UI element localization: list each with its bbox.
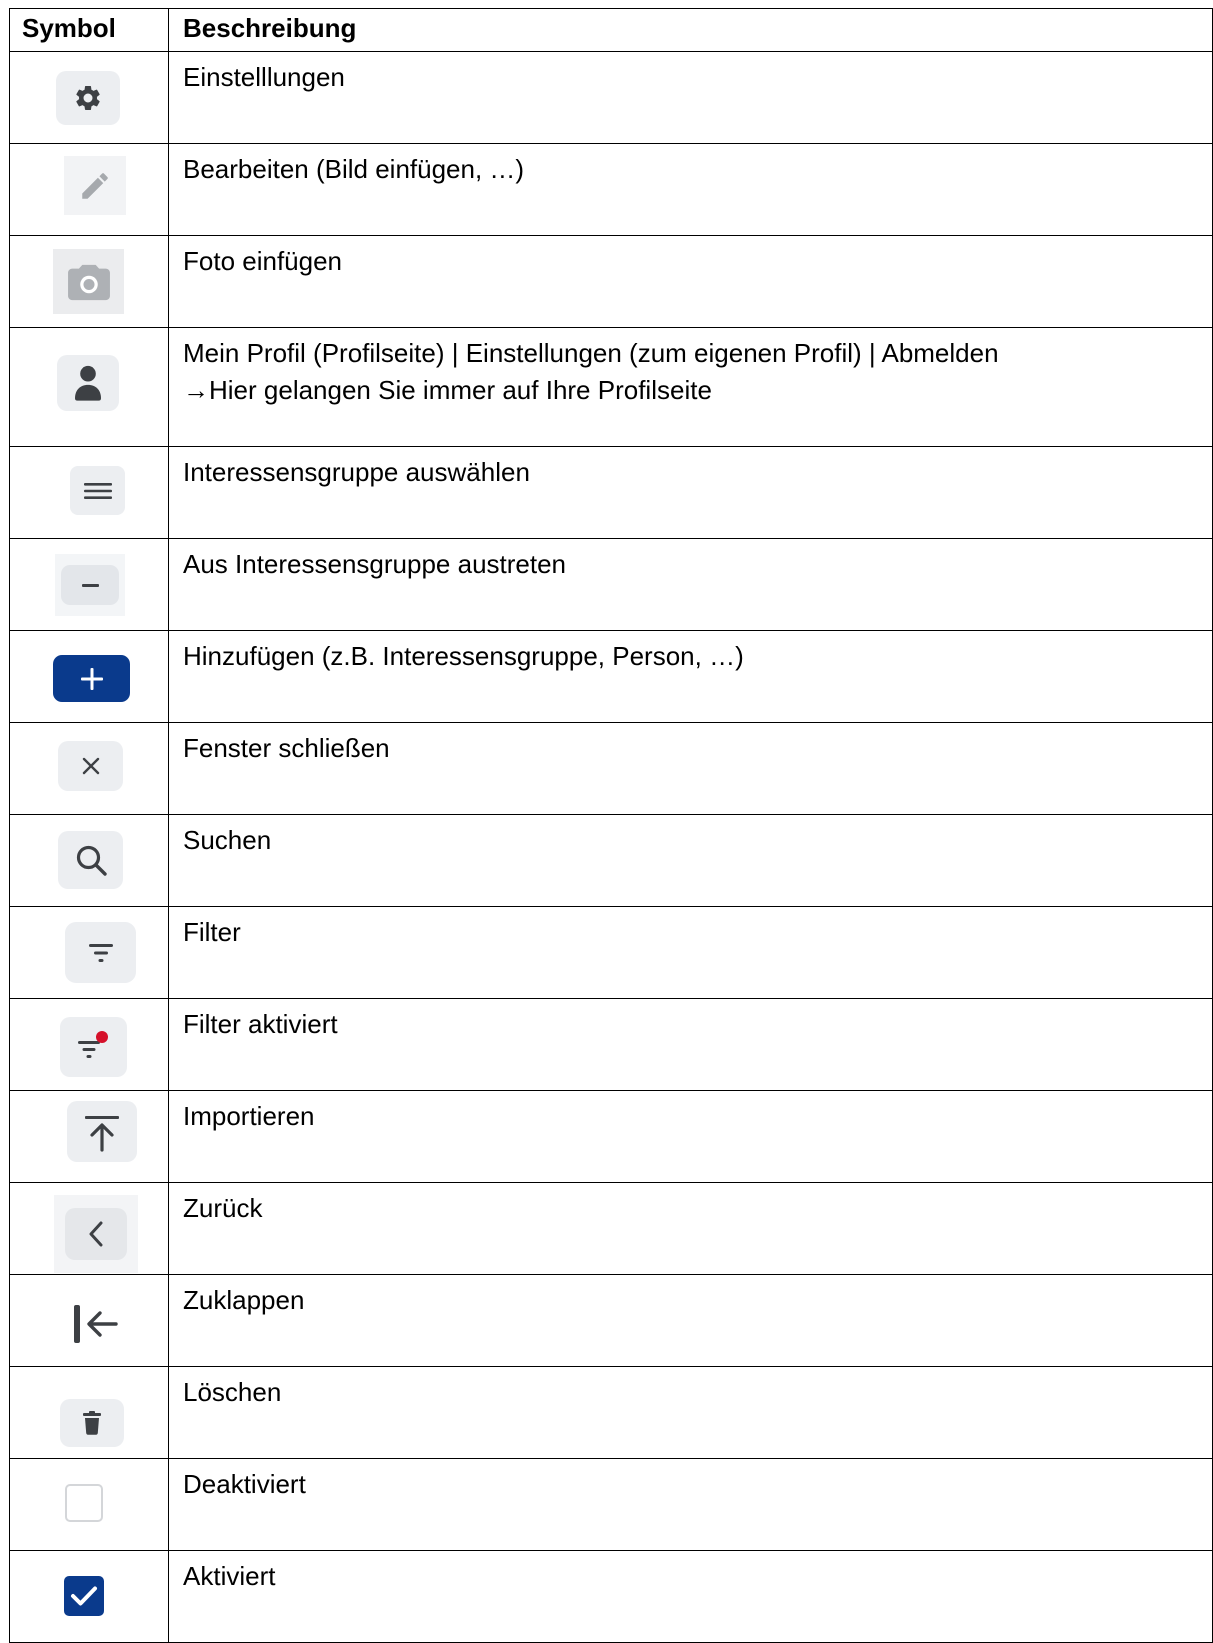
table-row: Löschen — [9, 1366, 1213, 1459]
description-cell: Bearbeiten (Bild einfügen, …) — [168, 143, 1213, 236]
table-row: Aktiviert — [9, 1550, 1213, 1643]
description-cell: Filter aktiviert — [168, 998, 1213, 1091]
description-cell: Zuklappen — [168, 1274, 1213, 1367]
symbol-cell — [9, 1458, 169, 1551]
close-icon — [58, 741, 123, 791]
description-cell: Aktiviert — [168, 1550, 1213, 1643]
filter-icon — [65, 922, 136, 983]
checkbox-checked-icon — [64, 1576, 104, 1616]
checkbox-unchecked-icon — [65, 1484, 103, 1522]
description-cell: Suchen — [168, 814, 1213, 907]
symbol-cell — [9, 814, 169, 907]
symbol-cell — [9, 1090, 169, 1183]
symbol-cell — [9, 998, 169, 1091]
symbol-cell — [9, 235, 169, 328]
description-cell: Interessensgruppe auswählen — [168, 446, 1213, 539]
symbol-cell — [9, 327, 169, 447]
table-row: Deaktiviert — [9, 1458, 1213, 1551]
table-row: Einstelllungen — [9, 51, 1213, 144]
symbol-cell — [9, 538, 169, 631]
symbol-cell — [9, 1274, 169, 1367]
filter-active-icon — [60, 1017, 127, 1077]
table-row: Filter — [9, 906, 1213, 999]
chevron-left-icon — [54, 1195, 138, 1273]
menu-icon — [70, 466, 125, 515]
table-row: Zurück — [9, 1182, 1213, 1275]
symbol-cell — [9, 906, 169, 999]
table-header-row: Symbol Beschreibung — [9, 8, 1213, 52]
table-row: Filter aktiviert — [9, 998, 1213, 1091]
table-row: Bearbeiten (Bild einfügen, …) — [9, 143, 1213, 236]
table-row: Fenster schließen — [9, 722, 1213, 815]
person-icon — [57, 355, 119, 411]
description-cell: Einstelllungen — [168, 51, 1213, 144]
gear-icon — [56, 71, 120, 125]
header-description: Beschreibung — [168, 8, 1213, 52]
import-icon — [67, 1101, 137, 1162]
header-symbol: Symbol — [9, 8, 169, 52]
description-cell: Deaktiviert — [168, 1458, 1213, 1551]
collapse-icon — [70, 1301, 122, 1347]
symbol-cell — [9, 446, 169, 539]
table-row: Importieren — [9, 1090, 1213, 1183]
table-row: Foto einfügen — [9, 235, 1213, 328]
description-cell: Zurück — [168, 1182, 1213, 1275]
trash-icon — [60, 1399, 124, 1447]
symbol-cell — [9, 722, 169, 815]
symbol-cell — [9, 1182, 169, 1275]
table-row: Mein Profil (Profilseite) | Einstellunge… — [9, 327, 1213, 447]
search-icon — [58, 831, 123, 889]
symbol-cell — [9, 143, 169, 236]
table-row: Hinzufügen (z.B. Interessensgruppe, Pers… — [9, 630, 1213, 723]
pencil-icon — [64, 156, 126, 215]
description-cell: Fenster schließen — [168, 722, 1213, 815]
symbol-cell — [9, 1550, 169, 1643]
description-cell: Filter — [168, 906, 1213, 999]
description-cell: Löschen — [168, 1366, 1213, 1459]
camera-icon — [53, 249, 124, 314]
plus-icon — [53, 655, 130, 702]
table-row: Aus Interessensgruppe austreten — [9, 538, 1213, 631]
table-row: Suchen — [9, 814, 1213, 907]
description-cell: Aus Interessensgruppe austreten — [168, 538, 1213, 631]
description-cell: Foto einfügen — [168, 235, 1213, 328]
symbol-cell — [9, 630, 169, 723]
symbol-cell — [9, 1366, 169, 1459]
description-cell: Hinzufügen (z.B. Interessensgruppe, Pers… — [168, 630, 1213, 723]
description-cell: Mein Profil (Profilseite) | Einstellunge… — [168, 327, 1213, 447]
description-cell: Importieren — [168, 1090, 1213, 1183]
minus-icon — [55, 554, 125, 616]
table-row: Zuklappen — [9, 1274, 1213, 1367]
symbol-cell — [9, 51, 169, 144]
table-row: Interessensgruppe auswählen — [9, 446, 1213, 539]
symbol-legend-table: Symbol Beschreibung Einstelllungen Bearb… — [9, 8, 1213, 1643]
